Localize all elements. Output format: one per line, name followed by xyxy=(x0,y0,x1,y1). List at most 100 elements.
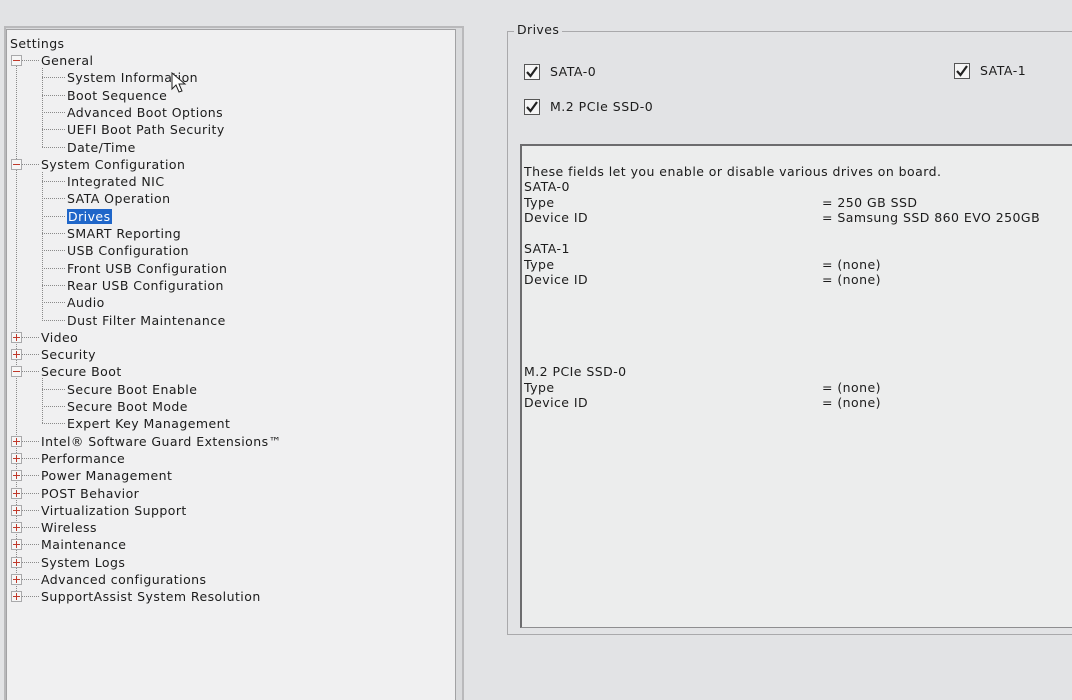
tree-item-virtualization-support[interactable]: Virtualization Support xyxy=(41,502,187,519)
sata-0-type-value: = 250 GB SSD xyxy=(822,195,918,210)
m2-type-label: Type xyxy=(524,380,555,395)
tree-connector xyxy=(22,510,39,511)
tree-item-label: POST Behavior xyxy=(41,486,140,501)
tree-item-maintenance[interactable]: Maintenance xyxy=(41,536,126,553)
sata-1-label: SATA-1 xyxy=(980,63,1027,78)
tree-item-expert-key-management[interactable]: Expert Key Management xyxy=(67,415,230,432)
tree-item-system-logs[interactable]: System Logs xyxy=(41,554,125,571)
tree-item-rear-usb-configuration[interactable]: Rear USB Configuration xyxy=(67,277,224,294)
m2-pcie-ssd-0-checkbox[interactable] xyxy=(524,99,540,115)
tree-item-label: Security xyxy=(41,347,96,362)
sata-1-checkbox-row[interactable]: SATA-1 xyxy=(954,62,1054,80)
tree-item-drives[interactable]: Drives xyxy=(67,208,112,225)
expand-plus-icon[interactable] xyxy=(11,436,22,447)
tree-item-label: Audio xyxy=(67,295,105,310)
tree-item-video[interactable]: Video xyxy=(41,329,78,346)
tree-item-label: Video xyxy=(41,330,79,345)
group-border xyxy=(507,634,1072,635)
checkmark-icon xyxy=(526,66,538,78)
tree-root-settings: Settings xyxy=(10,36,65,51)
tree-item-advanced-boot-options[interactable]: Advanced Boot Options xyxy=(67,104,223,121)
sata-0-checkbox-row[interactable]: SATA-0 xyxy=(524,63,624,81)
tree-item-secure-boot-enable[interactable]: Secure Boot Enable xyxy=(67,381,197,398)
tree-item-dust-filter-maintenance[interactable]: Dust Filter Maintenance xyxy=(67,312,226,329)
m2-type-value: = (none) xyxy=(822,380,881,395)
tree-item-label: Virtualization Support xyxy=(41,503,187,518)
collapse-minus-icon[interactable] xyxy=(11,159,22,170)
tree-item-sata-operation[interactable]: SATA Operation xyxy=(67,190,170,207)
tree-connector xyxy=(22,544,39,545)
tree-connector xyxy=(42,389,65,390)
tree-connector xyxy=(42,406,65,407)
expand-plus-icon[interactable] xyxy=(11,332,22,343)
tree-item-label: Power Management xyxy=(41,468,173,483)
m2-device-value: = (none) xyxy=(822,395,881,410)
tree-item-boot-sequence[interactable]: Boot Sequence xyxy=(67,87,167,104)
group-border xyxy=(507,31,1072,32)
tree-connector xyxy=(22,475,39,476)
tree-item-performance[interactable]: Performance xyxy=(41,450,125,467)
sata-1-type-value: = (none) xyxy=(822,257,881,272)
tree-item-power-management[interactable]: Power Management xyxy=(41,467,172,484)
expand-plus-icon[interactable] xyxy=(11,505,22,516)
tree-item-label: Date/Time xyxy=(67,140,136,155)
tree-connector xyxy=(22,458,39,459)
collapse-minus-icon[interactable] xyxy=(11,366,22,377)
checkmark-icon xyxy=(526,101,538,113)
drives-group-title: Drives xyxy=(514,22,563,37)
tree-item-label: Rear USB Configuration xyxy=(67,278,224,293)
tree-connector xyxy=(22,337,39,338)
tree-item-usb-configuration[interactable]: USB Configuration xyxy=(67,242,189,259)
expand-plus-icon[interactable] xyxy=(11,539,22,550)
tree-item-label: Integrated NIC xyxy=(67,174,165,189)
tree-item-secure-boot-mode[interactable]: Secure Boot Mode xyxy=(67,398,188,415)
expand-plus-icon[interactable] xyxy=(11,488,22,499)
tree-item-date-time[interactable]: Date/Time xyxy=(67,139,136,156)
expand-plus-icon[interactable] xyxy=(11,574,22,585)
tree-item-secure-boot[interactable]: Secure Boot xyxy=(41,363,122,380)
tree-connector xyxy=(22,354,39,355)
tree-item-intel-software-guard-extensions[interactable]: Intel® Software Guard Extensions™ xyxy=(41,433,282,450)
expand-plus-icon[interactable] xyxy=(11,591,22,602)
tree-connector xyxy=(42,285,65,286)
tree-item-post-behavior[interactable]: POST Behavior xyxy=(41,485,139,502)
expand-plus-icon[interactable] xyxy=(11,349,22,360)
sata-1-checkbox[interactable] xyxy=(954,63,970,79)
tree-connector xyxy=(22,164,39,165)
sata-0-heading: SATA-0 xyxy=(524,179,570,194)
tree-item-wireless[interactable]: Wireless xyxy=(41,519,97,536)
tree-item-advanced-configurations[interactable]: Advanced configurations xyxy=(41,571,207,588)
tree-item-smart-reporting[interactable]: SMART Reporting xyxy=(67,225,181,242)
tree-item-uefi-boot-path-security[interactable]: UEFI Boot Path Security xyxy=(67,121,225,138)
collapse-minus-icon[interactable] xyxy=(11,55,22,66)
tree-item-front-usb-configuration[interactable]: Front USB Configuration xyxy=(67,260,227,277)
tree-item-system-configuration[interactable]: System Configuration xyxy=(41,156,185,173)
sata-1-heading: SATA-1 xyxy=(524,241,570,256)
tree-connector xyxy=(42,216,65,217)
checkmark-icon xyxy=(956,65,968,77)
sata-1-type-label: Type xyxy=(524,257,555,272)
expand-plus-icon[interactable] xyxy=(11,453,22,464)
m2-pcie-ssd-0-checkbox-row[interactable]: M.2 PCIe SSD-0 xyxy=(524,98,684,116)
tree-connector xyxy=(42,68,43,147)
expand-plus-icon[interactable] xyxy=(11,470,22,481)
tree-item-label: USB Configuration xyxy=(67,243,190,258)
tree-item-audio[interactable]: Audio xyxy=(67,294,105,311)
sata-0-checkbox[interactable] xyxy=(524,64,540,80)
tree-item-integrated-nic[interactable]: Integrated NIC xyxy=(67,173,165,190)
tree-item-label: Secure Boot xyxy=(41,364,122,379)
sata-0-label: SATA-0 xyxy=(550,64,597,79)
m2-device-label: Device ID xyxy=(524,395,589,410)
tree-item-supportassist-system-resolution[interactable]: SupportAssist System Resolution xyxy=(41,588,261,605)
sata-0-type-label: Type xyxy=(524,195,555,210)
tree-item-label: UEFI Boot Path Security xyxy=(67,122,225,137)
sata-0-device-label: Device ID xyxy=(524,210,589,225)
tree-connector xyxy=(22,579,39,580)
tree-item-label: Secure Boot Enable xyxy=(67,382,198,397)
tree-item-general[interactable]: General xyxy=(41,52,93,69)
tree-item-label: Intel® Software Guard Extensions™ xyxy=(41,434,282,449)
tree-item-label: SMART Reporting xyxy=(67,226,182,241)
expand-plus-icon[interactable] xyxy=(11,557,22,568)
expand-plus-icon[interactable] xyxy=(11,522,22,533)
tree-item-security[interactable]: Security xyxy=(41,346,96,363)
